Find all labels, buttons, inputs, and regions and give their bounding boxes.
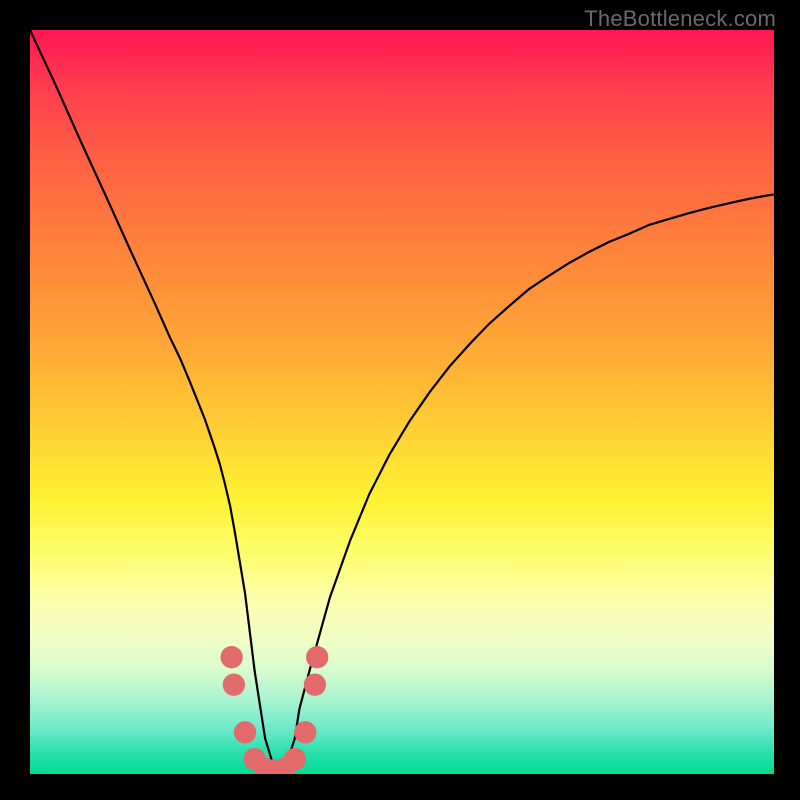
data-marker [294, 721, 316, 743]
watermark-text: TheBottleneck.com [584, 6, 776, 32]
data-marker [306, 646, 328, 668]
data-marker [304, 674, 326, 696]
data-markers [220, 646, 328, 774]
chart-svg [30, 30, 774, 774]
data-marker [220, 646, 242, 668]
bottleneck-curve [30, 30, 774, 770]
data-marker [223, 674, 245, 696]
data-marker [284, 748, 306, 770]
plot-area [30, 30, 774, 774]
data-marker [234, 721, 256, 743]
